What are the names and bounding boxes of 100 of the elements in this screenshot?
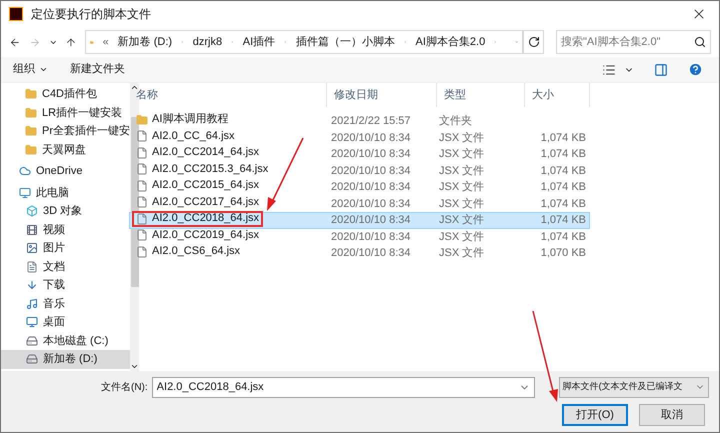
date-cell-text: 2020/10/10 8:34 (330, 164, 412, 178)
column-header[interactable]: 大小 (525, 83, 590, 107)
file-icon (136, 246, 148, 258)
column-header[interactable]: 类型 (437, 83, 525, 107)
preview-pane-icon[interactable] (654, 62, 668, 76)
sidebar-item[interactable]: 天翼网盘 (1, 140, 130, 159)
new-folder-button[interactable]: 新建文件夹 (70, 61, 125, 78)
folder-icon (136, 114, 148, 126)
sidebar-item[interactable]: 新加卷 (D:) (1, 350, 130, 368)
sidebar-item[interactable]: 桌面 (1, 313, 130, 332)
sidebar-item[interactable]: LR插件一键安装 (1, 104, 130, 122)
folder-icon (25, 88, 37, 100)
cancel-button[interactable]: 取消 (639, 404, 705, 426)
size-cell-text: 1,074 KB (540, 180, 586, 195)
file-icon (136, 163, 148, 175)
app-logo-icon (9, 7, 23, 21)
sidebar-item[interactable]: C4D插件包 (1, 85, 130, 104)
file-type-dropdown[interactable]: 脚本文件(文本文件及已编译文 (558, 376, 709, 398)
search-field[interactable]: 搜索"AI脚本合集2.0" (556, 30, 711, 54)
type-cell-text: JSX 文件 (438, 246, 486, 261)
file-name: AI2.0_CC2018_64.jsx (132, 210, 264, 226)
folder-icon (25, 125, 37, 138)
search-icon (694, 36, 706, 48)
help-icon[interactable] (688, 62, 703, 77)
music-note-icon (26, 298, 38, 310)
breadcrumb-item[interactable]: 插件篇（一）小脚本 (296, 34, 395, 50)
sidebar-item[interactable]: 图片 (1, 239, 130, 258)
caret-icon (39, 65, 48, 74)
type-cell-text: JSX 文件 (438, 196, 486, 212)
sidebar-item[interactable]: 音乐 (1, 294, 130, 313)
file-row[interactable]: AI2.0_CC2014_64.jsx 2020/10/10 8:34 JSX 文件 1,074 KB (129, 146, 590, 162)
type-cell-text: JSX 文件 (438, 146, 486, 162)
drive-icon (26, 353, 38, 366)
date-cell-text: 2021/2/22 15:57 (330, 114, 412, 129)
file-row[interactable]: AI2.0_CC2015_64.jsx 2020/10/10 8:34 JSX 文件 1,074 KB (129, 179, 590, 196)
size-cell-text: 1,074 KB (540, 196, 586, 212)
file-name: AI2.0_CS6_64.jsx (132, 244, 244, 260)
type-cell-text: JSX 文件 (438, 180, 486, 195)
type-cell-text: JSX 文件 (438, 164, 486, 178)
file-row[interactable]: AI脚本调用教程 2021/2/22 15:57 文件夹 (129, 113, 590, 130)
search-input[interactable]: 搜索"AI脚本合集2.0" (561, 34, 694, 50)
view-options-icon[interactable] (602, 62, 616, 76)
organize-button[interactable]: 组织 (13, 61, 48, 78)
film-icon (26, 224, 38, 236)
refresh-button[interactable] (523, 30, 544, 54)
computer-icon (19, 186, 31, 199)
sidebar-item[interactable]: 下载 (1, 276, 130, 294)
address-bar[interactable]: « 新加卷 (D:) dzrjk8 AI插件 插件篇（一）小脚本 AI脚本合集2.0 (85, 30, 524, 54)
file-name: AI2.0_CC2019_64.jsx (132, 227, 264, 243)
date-cell-text: 2020/10/10 8:34 (330, 230, 412, 244)
file-name: AI2.0_CC2015_64.jsx (132, 178, 264, 194)
window-title: 定位要执行的脚本文件 (31, 6, 151, 23)
date-cell-text: 2020/10/10 8:34 (330, 246, 412, 261)
file-name: AI脚本调用教程 (132, 112, 232, 128)
type-cell-text: 文件夹 (438, 114, 473, 129)
sidebar-item[interactable]: 视频 (1, 220, 130, 239)
size-cell-text: 1,070 KB (540, 246, 586, 261)
desktop-icon (26, 316, 38, 328)
type-cell-text: JSX 文件 (438, 212, 486, 228)
refresh-icon (528, 36, 540, 48)
overflow-chevron[interactable]: « (102, 34, 109, 50)
file-name: AI2.0_CC_64.jsx (132, 128, 239, 144)
date-cell-text: 2020/10/10 8:34 (330, 196, 412, 212)
breadcrumb-item[interactable]: AI插件 (242, 34, 276, 50)
sidebar-item[interactable]: OneDrive (1, 162, 130, 180)
size-cell-text: 1,074 KB (540, 130, 586, 146)
cube-icon (26, 205, 38, 218)
breadcrumb-item[interactable]: 新加卷 (D:) (118, 34, 172, 50)
breadcrumb-item[interactable]: AI脚本合集2.0 (416, 34, 486, 50)
type-cell-text: JSX 文件 (438, 230, 486, 244)
sidebar-item[interactable]: Pr全套插件一键安 (1, 122, 130, 140)
file-row[interactable]: AI2.0_CC2019_64.jsx 2020/10/10 8:34 JSX 文件 1,074 KB (129, 228, 590, 245)
file-row[interactable]: AI2.0_CC2015.3_64.jsx 2020/10/10 8:34 JSX 文件 1,074 KB (129, 162, 590, 179)
file-name: AI2.0_CC2017_64.jsx (132, 194, 264, 210)
file-icon (136, 180, 148, 192)
file-icon (136, 212, 148, 224)
sidebar-item[interactable]: 文档 (1, 258, 130, 276)
file-name: AI2.0_CC2015.3_64.jsx (132, 161, 272, 177)
file-icon (136, 130, 148, 142)
picture-icon (26, 242, 38, 254)
size-cell-text: 1,074 KB (540, 213, 586, 228)
scroll-down-icon[interactable] (130, 362, 139, 371)
drive-icon (26, 334, 38, 347)
filename-field[interactable]: AI2.0_CC2018_64.jsx (152, 376, 535, 398)
date-cell-text: 2020/10/10 8:34 (330, 213, 412, 228)
cloud-icon (19, 165, 31, 178)
sidebar-item[interactable]: 本地磁盘 (C:) (1, 332, 130, 350)
filename-input[interactable]: AI2.0_CC2018_64.jsx (156, 378, 519, 396)
file-row[interactable]: AI2.0_CC2018_64.jsx 2020/10/10 8:34 JSX 文件 1,074 KB (129, 212, 590, 228)
file-row[interactable]: AI2.0_CC2017_64.jsx 2020/10/10 8:34 JSX 文件 1,074 KB (129, 196, 590, 212)
file-row[interactable]: AI2.0_CS6_64.jsx 2020/10/10 8:34 JSX 文件 1,070 KB (129, 245, 590, 262)
open-button[interactable]: 打开(O) (562, 404, 628, 426)
breadcrumb-item[interactable]: dzrjk8 (192, 34, 222, 50)
download-icon (26, 279, 38, 292)
sidebar-item[interactable]: 此电脑 (1, 184, 130, 202)
column-header[interactable]: 名称 (129, 83, 327, 107)
column-header[interactable]: 修改日期 (327, 83, 437, 107)
file-row[interactable]: AI2.0_CC_64.jsx 2020/10/10 8:34 JSX 文件 1,074 KB (129, 130, 590, 146)
file-icon (136, 146, 148, 158)
sidebar-item[interactable]: 3D 对象 (1, 202, 130, 220)
